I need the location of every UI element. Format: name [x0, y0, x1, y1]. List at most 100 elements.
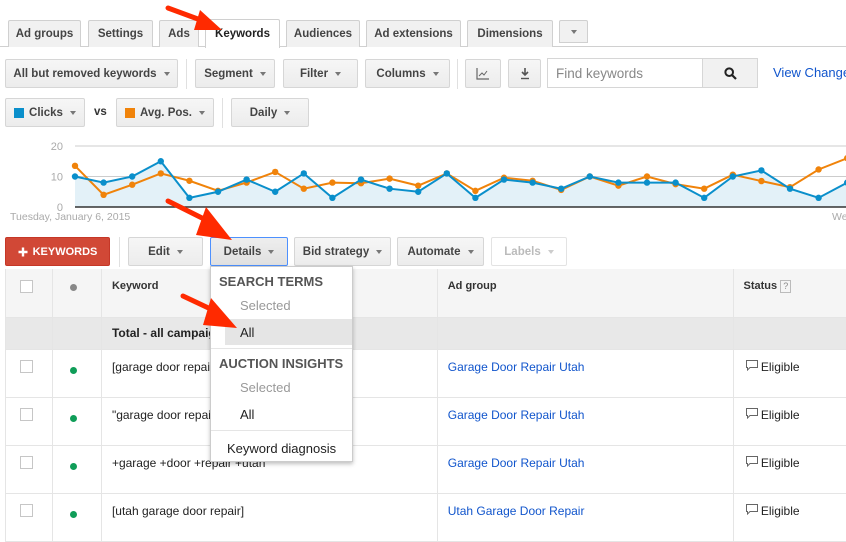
granularity-dropdown[interactable]: Daily: [231, 98, 309, 127]
chevron-down-icon: [433, 72, 439, 76]
keyword-diagnosis-item[interactable]: Keyword diagnosis: [211, 435, 352, 461]
select-all-cell: [6, 269, 53, 317]
tab-ad-groups[interactable]: Ad groups: [8, 20, 81, 47]
segment-button[interactable]: Segment: [195, 59, 275, 88]
data-point: [815, 195, 821, 201]
data-point: [529, 179, 535, 185]
find-keywords-input[interactable]: [547, 58, 702, 88]
ad-group-header[interactable]: Ad group: [437, 269, 733, 317]
toggle-chart-button[interactable]: [465, 59, 501, 88]
data-point: [501, 176, 507, 182]
status-filter-dropdown[interactable]: All but removed keywords: [5, 59, 178, 88]
auction-insights-all-item[interactable]: All: [211, 401, 352, 427]
ad-group-link[interactable]: Utah Garage Door Repair: [437, 493, 733, 541]
metric1-dropdown[interactable]: Clicks: [5, 98, 85, 127]
tab-label: Ad groups: [16, 28, 74, 40]
status-dot-header: [52, 269, 101, 317]
ad-group-link[interactable]: Garage Door Repair Utah: [437, 397, 733, 445]
speech-bubble-icon[interactable]: [746, 504, 758, 518]
help-icon[interactable]: ?: [780, 280, 791, 293]
ad-group-link[interactable]: Garage Door Repair Utah: [437, 445, 733, 493]
ad-group-link[interactable]: Garage Door Repair Utah: [437, 349, 733, 397]
table-row: [garage door repair utah] Garage Door Re…: [6, 349, 846, 397]
speech-bubble-icon[interactable]: [746, 408, 758, 422]
data-point: [301, 186, 307, 192]
keyword-cell[interactable]: [utah garage door repair]: [101, 493, 437, 541]
data-point: [672, 179, 678, 185]
data-point: [386, 175, 392, 181]
bid-strategy-button[interactable]: Bid strategy: [294, 237, 391, 266]
tab-audiences[interactable]: Audiences: [286, 20, 360, 47]
tab-label: Settings: [98, 28, 143, 40]
bid-strategy-label: Bid strategy: [303, 246, 369, 258]
add-keywords-label: KEYWORDS: [33, 246, 98, 258]
annotation-arrow: [160, 0, 230, 36]
add-keywords-button[interactable]: KEYWORDS: [5, 237, 110, 266]
columns-button[interactable]: Columns: [365, 59, 450, 88]
row-checkbox[interactable]: [20, 456, 33, 469]
status-cell: Eligible: [733, 445, 846, 493]
view-changes-link[interactable]: View Changes: [773, 65, 846, 80]
tab-label: Ad extensions: [374, 28, 453, 40]
filter-button[interactable]: Filter: [283, 59, 358, 88]
data-point: [158, 158, 164, 164]
select-all-checkbox[interactable]: [20, 280, 33, 293]
menu-divider: [211, 348, 352, 349]
data-point: [272, 169, 278, 175]
row-checkbox[interactable]: [20, 504, 33, 517]
speech-bubble-icon[interactable]: [746, 456, 758, 470]
chevron-down-icon: [335, 72, 341, 76]
row-status-cell: [52, 397, 101, 445]
row-select-cell: [6, 493, 53, 541]
divider: [186, 59, 187, 89]
clicks-swatch: [14, 108, 24, 118]
status-header[interactable]: Status ?: [733, 269, 846, 317]
data-point: [386, 186, 392, 192]
total-cell: [52, 317, 101, 349]
divider: [457, 59, 458, 89]
row-status-cell: [52, 493, 101, 541]
chevron-down-icon: [571, 30, 577, 34]
chevron-down-icon: [284, 111, 290, 115]
automate-button[interactable]: Automate: [397, 237, 484, 266]
edit-label: Edit: [148, 246, 170, 258]
filter-label: Filter: [300, 68, 328, 80]
x-start-label: Tuesday, January 6, 2015: [10, 211, 130, 223]
table-row: +garage +door +repair +utah Garage Door …: [6, 445, 846, 493]
line-chart-icon: [476, 68, 490, 80]
data-point: [158, 170, 164, 176]
data-point: [758, 167, 764, 173]
y-tick-label: 20: [51, 141, 63, 153]
search-icon: [724, 67, 737, 80]
search-button[interactable]: [702, 58, 758, 88]
row-checkbox[interactable]: [20, 408, 33, 421]
status-text: Eligible: [761, 456, 800, 470]
chevron-down-icon: [199, 111, 205, 115]
speech-bubble-icon[interactable]: [746, 360, 758, 374]
data-point: [472, 195, 478, 201]
table-row: [utah garage door repair] Utah Garage Do…: [6, 493, 846, 541]
metric2-label: Avg. Pos.: [140, 107, 192, 119]
enabled-dot-icon: [70, 415, 77, 422]
tab-ad-extensions[interactable]: Ad extensions: [366, 20, 461, 47]
row-checkbox[interactable]: [20, 360, 33, 373]
keywords-table: Keyword Ad group Status ? Total - all ca…: [5, 269, 846, 542]
labels-button[interactable]: Labels: [491, 237, 567, 266]
row-select-cell: [6, 445, 53, 493]
data-point: [186, 178, 192, 184]
auction-insights-header: AUCTION INSIGHTS: [219, 356, 343, 371]
data-point: [730, 173, 736, 179]
auction-insights-selected-item[interactable]: Selected: [211, 374, 352, 400]
metric2-dropdown[interactable]: Avg. Pos.: [116, 98, 214, 127]
data-point: [644, 173, 650, 179]
data-point: [129, 173, 135, 179]
data-point: [472, 188, 478, 194]
data-point: [587, 173, 593, 179]
tab-dimensions[interactable]: Dimensions: [467, 20, 553, 47]
tab-settings[interactable]: Settings: [88, 20, 153, 47]
data-point: [329, 179, 335, 185]
avg-pos-swatch: [125, 108, 135, 118]
status-cell: Eligible: [733, 349, 846, 397]
download-button[interactable]: [508, 59, 541, 88]
more-tabs-button[interactable]: [559, 20, 588, 43]
